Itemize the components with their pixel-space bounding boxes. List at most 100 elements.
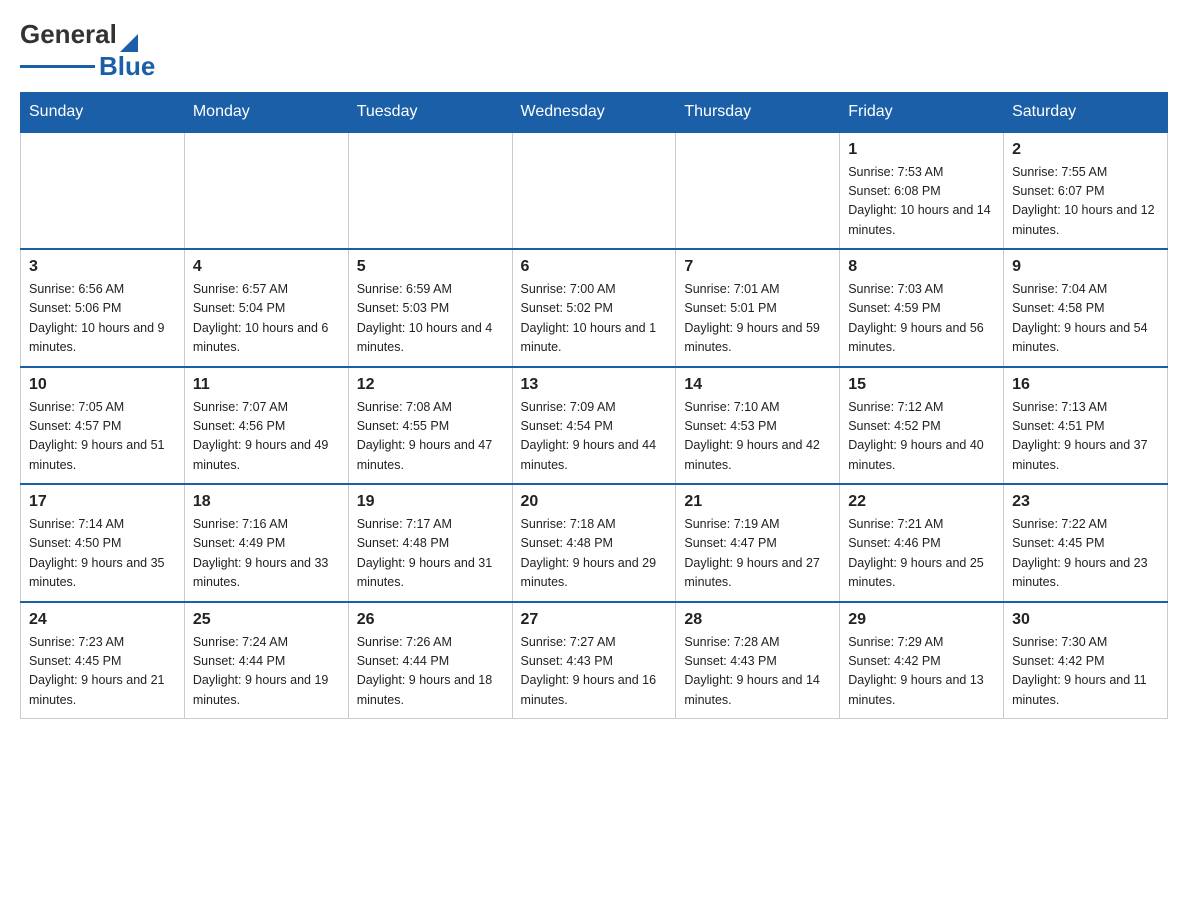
day-info: Sunrise: 6:59 AMSunset: 5:03 PMDaylight:… (357, 280, 504, 358)
day-info: Sunrise: 7:28 AMSunset: 4:43 PMDaylight:… (684, 633, 831, 711)
day-number: 15 (848, 376, 995, 394)
day-info: Sunrise: 7:16 AMSunset: 4:49 PMDaylight:… (193, 515, 340, 593)
day-info: Sunrise: 7:03 AMSunset: 4:59 PMDaylight:… (848, 280, 995, 358)
calendar-cell-5-2: 25 Sunrise: 7:24 AMSunset: 4:44 PMDayligh… (184, 602, 348, 719)
day-number: 30 (1012, 611, 1159, 629)
day-number: 27 (521, 611, 668, 629)
day-info: Sunrise: 7:23 AMSunset: 4:45 PMDaylight:… (29, 633, 176, 711)
day-number: 9 (1012, 258, 1159, 276)
calendar-cell-3-2: 11 Sunrise: 7:07 AMSunset: 4:56 PMDayligh… (184, 367, 348, 485)
calendar-cell-1-7: 2Sunrise: 7:55 AMSunset: 6:07 PMDaylight… (1004, 132, 1168, 250)
calendar-cell-1-3 (348, 132, 512, 250)
day-number: 4 (193, 258, 340, 276)
logo-line (20, 65, 95, 68)
day-info: Sunrise: 7:27 AMSunset: 4:43 PMDaylight:… (521, 633, 668, 711)
weekday-header-wednesday: Wednesday (512, 92, 676, 132)
day-number: 20 (521, 493, 668, 511)
day-number: 7 (684, 258, 831, 276)
day-number: 18 (193, 493, 340, 511)
calendar-cell-2-6: 8 Sunrise: 7:03 AMSunset: 4:59 PMDaylight… (840, 249, 1004, 367)
weekday-header-row: SundayMondayTuesdayWednesdayThursdayFrid… (21, 92, 1168, 132)
calendar-cell-1-4 (512, 132, 676, 250)
calendar-cell-4-7: 23 Sunrise: 7:22 AMSunset: 4:45 PMDayligh… (1004, 484, 1168, 602)
calendar-cell-1-1 (21, 132, 185, 250)
logo-blue-text: Blue (99, 51, 155, 82)
calendar-table: SundayMondayTuesdayWednesdayThursdayFrid… (20, 92, 1168, 720)
calendar-cell-2-4: 6Sunrise: 7:00 AMSunset: 5:02 PMDaylight… (512, 249, 676, 367)
day-number: 14 (684, 376, 831, 394)
day-number: 23 (1012, 493, 1159, 511)
calendar-cell-5-4: 27 Sunrise: 7:27 AMSunset: 4:43 PMDayligh… (512, 602, 676, 719)
calendar-week-2: 3Sunrise: 6:56 AMSunset: 5:06 PMDaylight… (21, 249, 1168, 367)
calendar-cell-4-6: 22 Sunrise: 7:21 AMSunset: 4:46 PMDayligh… (840, 484, 1004, 602)
calendar-cell-2-1: 3Sunrise: 6:56 AMSunset: 5:06 PMDaylight… (21, 249, 185, 367)
day-info: Sunrise: 7:21 AMSunset: 4:46 PMDaylight:… (848, 515, 995, 593)
day-info: Sunrise: 7:14 AMSunset: 4:50 PMDaylight:… (29, 515, 176, 593)
day-number: 19 (357, 493, 504, 511)
calendar-cell-2-3: 5Sunrise: 6:59 AMSunset: 5:03 PMDaylight… (348, 249, 512, 367)
day-number: 25 (193, 611, 340, 629)
day-number: 16 (1012, 376, 1159, 394)
calendar-cell-4-3: 19 Sunrise: 7:17 AMSunset: 4:48 PMDayligh… (348, 484, 512, 602)
day-number: 28 (684, 611, 831, 629)
day-info: Sunrise: 7:53 AMSunset: 6:08 PMDaylight:… (848, 163, 995, 241)
calendar-cell-1-5 (676, 132, 840, 250)
weekday-header-monday: Monday (184, 92, 348, 132)
day-info: Sunrise: 7:18 AMSunset: 4:48 PMDaylight:… (521, 515, 668, 593)
day-number: 8 (848, 258, 995, 276)
logo: General Blue (20, 20, 155, 82)
day-info: Sunrise: 6:57 AMSunset: 5:04 PMDaylight:… (193, 280, 340, 358)
day-info: Sunrise: 7:24 AMSunset: 4:44 PMDaylight:… (193, 633, 340, 711)
calendar-week-5: 24 Sunrise: 7:23 AMSunset: 4:45 PMDayligh… (21, 602, 1168, 719)
calendar-cell-1-6: 1Sunrise: 7:53 AMSunset: 6:08 PMDaylight… (840, 132, 1004, 250)
day-info: Sunrise: 7:55 AMSunset: 6:07 PMDaylight:… (1012, 163, 1159, 241)
day-info: Sunrise: 7:12 AMSunset: 4:52 PMDaylight:… (848, 398, 995, 476)
day-number: 10 (29, 376, 176, 394)
calendar-cell-3-7: 16 Sunrise: 7:13 AMSunset: 4:51 PMDayligh… (1004, 367, 1168, 485)
day-info: Sunrise: 7:19 AMSunset: 4:47 PMDaylight:… (684, 515, 831, 593)
calendar-cell-5-5: 28 Sunrise: 7:28 AMSunset: 4:43 PMDayligh… (676, 602, 840, 719)
day-info: Sunrise: 7:10 AMSunset: 4:53 PMDaylight:… (684, 398, 831, 476)
weekday-header-friday: Friday (840, 92, 1004, 132)
day-number: 24 (29, 611, 176, 629)
calendar-week-3: 10Sunrise: 7:05 AMSunset: 4:57 PMDayligh… (21, 367, 1168, 485)
day-info: Sunrise: 7:04 AMSunset: 4:58 PMDaylight:… (1012, 280, 1159, 358)
day-number: 12 (357, 376, 504, 394)
day-number: 3 (29, 258, 176, 276)
calendar-cell-3-1: 10Sunrise: 7:05 AMSunset: 4:57 PMDayligh… (21, 367, 185, 485)
day-info: Sunrise: 7:13 AMSunset: 4:51 PMDaylight:… (1012, 398, 1159, 476)
day-number: 17 (29, 493, 176, 511)
calendar-week-1: 1Sunrise: 7:53 AMSunset: 6:08 PMDaylight… (21, 132, 1168, 250)
day-info: Sunrise: 7:08 AMSunset: 4:55 PMDaylight:… (357, 398, 504, 476)
weekday-header-thursday: Thursday (676, 92, 840, 132)
day-info: Sunrise: 7:29 AMSunset: 4:42 PMDaylight:… (848, 633, 995, 711)
calendar-week-4: 17 Sunrise: 7:14 AMSunset: 4:50 PMDayligh… (21, 484, 1168, 602)
day-number: 11 (193, 376, 340, 394)
day-info: Sunrise: 7:00 AMSunset: 5:02 PMDaylight:… (521, 280, 668, 358)
day-info: Sunrise: 7:09 AMSunset: 4:54 PMDaylight:… (521, 398, 668, 476)
calendar-cell-1-2 (184, 132, 348, 250)
weekday-header-tuesday: Tuesday (348, 92, 512, 132)
day-info: Sunrise: 7:07 AMSunset: 4:56 PMDaylight:… (193, 398, 340, 476)
calendar-cell-4-2: 18 Sunrise: 7:16 AMSunset: 4:49 PMDayligh… (184, 484, 348, 602)
logo-general-text: General (20, 20, 117, 49)
day-info: Sunrise: 7:01 AMSunset: 5:01 PMDaylight:… (684, 280, 831, 358)
day-number: 26 (357, 611, 504, 629)
calendar-cell-3-4: 13 Sunrise: 7:09 AMSunset: 4:54 PMDayligh… (512, 367, 676, 485)
weekday-header-sunday: Sunday (21, 92, 185, 132)
day-number: 22 (848, 493, 995, 511)
calendar-cell-2-2: 4 Sunrise: 6:57 AMSunset: 5:04 PMDaylight… (184, 249, 348, 367)
day-info: Sunrise: 7:17 AMSunset: 4:48 PMDaylight:… (357, 515, 504, 593)
page-header: General Blue (20, 20, 1168, 82)
calendar-cell-4-5: 21Sunrise: 7:19 AMSunset: 4:47 PMDayligh… (676, 484, 840, 602)
day-number: 13 (521, 376, 668, 394)
day-info: Sunrise: 7:22 AMSunset: 4:45 PMDaylight:… (1012, 515, 1159, 593)
calendar-cell-4-4: 20 Sunrise: 7:18 AMSunset: 4:48 PMDayligh… (512, 484, 676, 602)
calendar-cell-4-1: 17 Sunrise: 7:14 AMSunset: 4:50 PMDayligh… (21, 484, 185, 602)
day-number: 29 (848, 611, 995, 629)
calendar-cell-3-6: 15 Sunrise: 7:12 AMSunset: 4:52 PMDayligh… (840, 367, 1004, 485)
calendar-cell-3-3: 12 Sunrise: 7:08 AMSunset: 4:55 PMDayligh… (348, 367, 512, 485)
day-info: Sunrise: 7:30 AMSunset: 4:42 PMDaylight:… (1012, 633, 1159, 711)
day-info: Sunrise: 7:26 AMSunset: 4:44 PMDaylight:… (357, 633, 504, 711)
calendar-cell-5-3: 26 Sunrise: 7:26 AMSunset: 4:44 PMDayligh… (348, 602, 512, 719)
